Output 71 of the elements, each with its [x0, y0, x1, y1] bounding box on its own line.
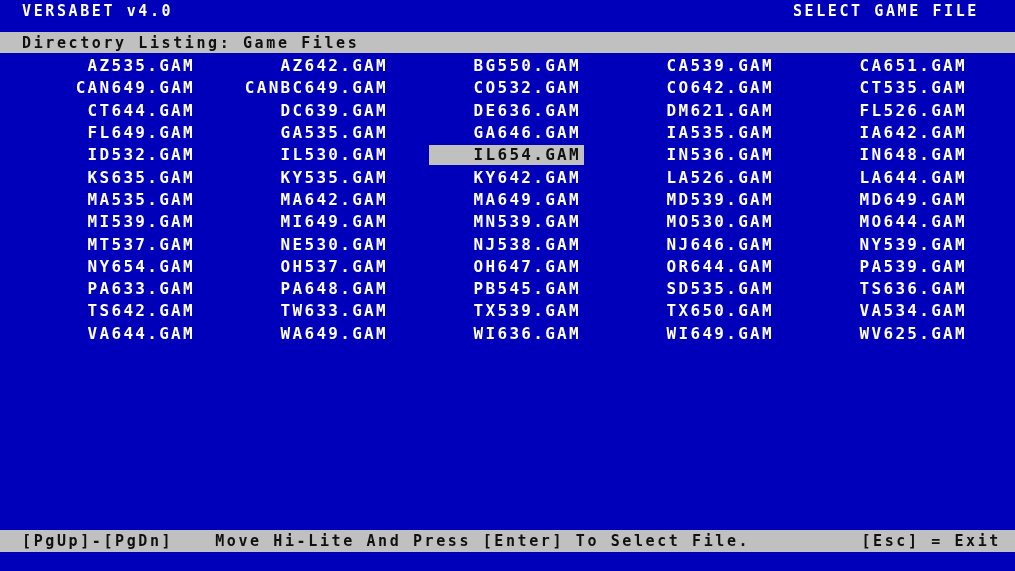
file-item[interactable]: LA644.GAM: [815, 167, 970, 188]
file-item[interactable]: AZ535.GAM: [43, 56, 198, 77]
file-item[interactable]: IL654.GAM: [429, 145, 584, 166]
file-item[interactable]: WA649.GAM: [236, 323, 391, 344]
file-item[interactable]: CT535.GAM: [815, 78, 970, 99]
file-item[interactable]: FL526.GAM: [815, 100, 970, 121]
file-item[interactable]: PA539.GAM: [815, 256, 970, 277]
file-item[interactable]: MO530.GAM: [622, 212, 777, 233]
file-item[interactable]: MA642.GAM: [236, 189, 391, 210]
file-item[interactable]: IN648.GAM: [815, 145, 970, 166]
file-item[interactable]: BG550.GAM: [429, 56, 584, 77]
file-item[interactable]: MI539.GAM: [43, 212, 198, 233]
file-item[interactable]: MD649.GAM: [815, 189, 970, 210]
directory-heading: Directory Listing: Game Files: [0, 32, 1015, 53]
file-item[interactable]: IA642.GAM: [815, 123, 970, 144]
file-item[interactable]: CO532.GAM: [429, 78, 584, 99]
file-item[interactable]: CA539.GAM: [622, 56, 777, 77]
file-item[interactable]: LA526.GAM: [622, 167, 777, 188]
file-item[interactable]: SD535.GAM: [622, 279, 777, 300]
file-item[interactable]: MO644.GAM: [815, 212, 970, 233]
file-item[interactable]: IN536.GAM: [622, 145, 777, 166]
file-item[interactable]: CAN649.GAM: [43, 78, 198, 99]
file-item[interactable]: CT644.GAM: [43, 100, 198, 121]
paging-hint: [PgUp]-[PgDn]: [22, 532, 174, 550]
file-item[interactable]: MA535.GAM: [43, 189, 198, 210]
file-item[interactable]: PB545.GAM: [429, 279, 584, 300]
file-item[interactable]: WI636.GAM: [429, 323, 584, 344]
file-item[interactable]: MI649.GAM: [236, 212, 391, 233]
file-item[interactable]: IL530.GAM: [236, 145, 391, 166]
file-item[interactable]: TX650.GAM: [622, 301, 777, 322]
file-item[interactable]: TS636.GAM: [815, 279, 970, 300]
file-item[interactable]: MN539.GAM: [429, 212, 584, 233]
file-item[interactable]: PA648.GAM: [236, 279, 391, 300]
file-item[interactable]: KS635.GAM: [43, 167, 198, 188]
file-item[interactable]: IA535.GAM: [622, 123, 777, 144]
file-item[interactable]: DE636.GAM: [429, 100, 584, 121]
file-item[interactable]: PA633.GAM: [43, 279, 198, 300]
file-item[interactable]: ID532.GAM: [43, 145, 198, 166]
file-item[interactable]: WV625.GAM: [815, 323, 970, 344]
app-title: VERSABET v4.0: [22, 2, 174, 20]
file-item[interactable]: OH647.GAM: [429, 256, 584, 277]
file-item[interactable]: NJ538.GAM: [429, 234, 584, 255]
file-item[interactable]: MA649.GAM: [429, 189, 584, 210]
file-item[interactable]: NE530.GAM: [236, 234, 391, 255]
file-item[interactable]: KY642.GAM: [429, 167, 584, 188]
file-item[interactable]: DC639.GAM: [236, 100, 391, 121]
file-item[interactable]: CANBC649.GAM: [236, 78, 391, 99]
file-item[interactable]: TW633.GAM: [236, 301, 391, 322]
file-item[interactable]: NY539.GAM: [815, 234, 970, 255]
file-item[interactable]: VA644.GAM: [43, 323, 198, 344]
file-item[interactable]: GA646.GAM: [429, 123, 584, 144]
file-item[interactable]: OH537.GAM: [236, 256, 391, 277]
file-item[interactable]: CO642.GAM: [622, 78, 777, 99]
file-item[interactable]: DM621.GAM: [622, 100, 777, 121]
file-item[interactable]: WI649.GAM: [622, 323, 777, 344]
file-item[interactable]: FL649.GAM: [43, 123, 198, 144]
file-item[interactable]: OR644.GAM: [622, 256, 777, 277]
file-item[interactable]: NY654.GAM: [43, 256, 198, 277]
file-item[interactable]: AZ642.GAM: [236, 56, 391, 77]
file-item[interactable]: VA534.GAM: [815, 301, 970, 322]
exit-hint: [Esc] = Exit: [861, 532, 1001, 550]
file-item[interactable]: TX539.GAM: [429, 301, 584, 322]
file-item[interactable]: TS642.GAM: [43, 301, 198, 322]
instruction-text: Move Hi-Lite And Press [Enter] To Select File.: [215, 532, 751, 550]
file-item[interactable]: MT537.GAM: [43, 234, 198, 255]
file-item[interactable]: NJ646.GAM: [622, 234, 777, 255]
file-item[interactable]: KY535.GAM: [236, 167, 391, 188]
file-item[interactable]: MD539.GAM: [622, 189, 777, 210]
file-item[interactable]: GA535.GAM: [236, 123, 391, 144]
file-item[interactable]: CA651.GAM: [815, 56, 970, 77]
screen-title: SELECT GAME FILE: [792, 2, 979, 20]
